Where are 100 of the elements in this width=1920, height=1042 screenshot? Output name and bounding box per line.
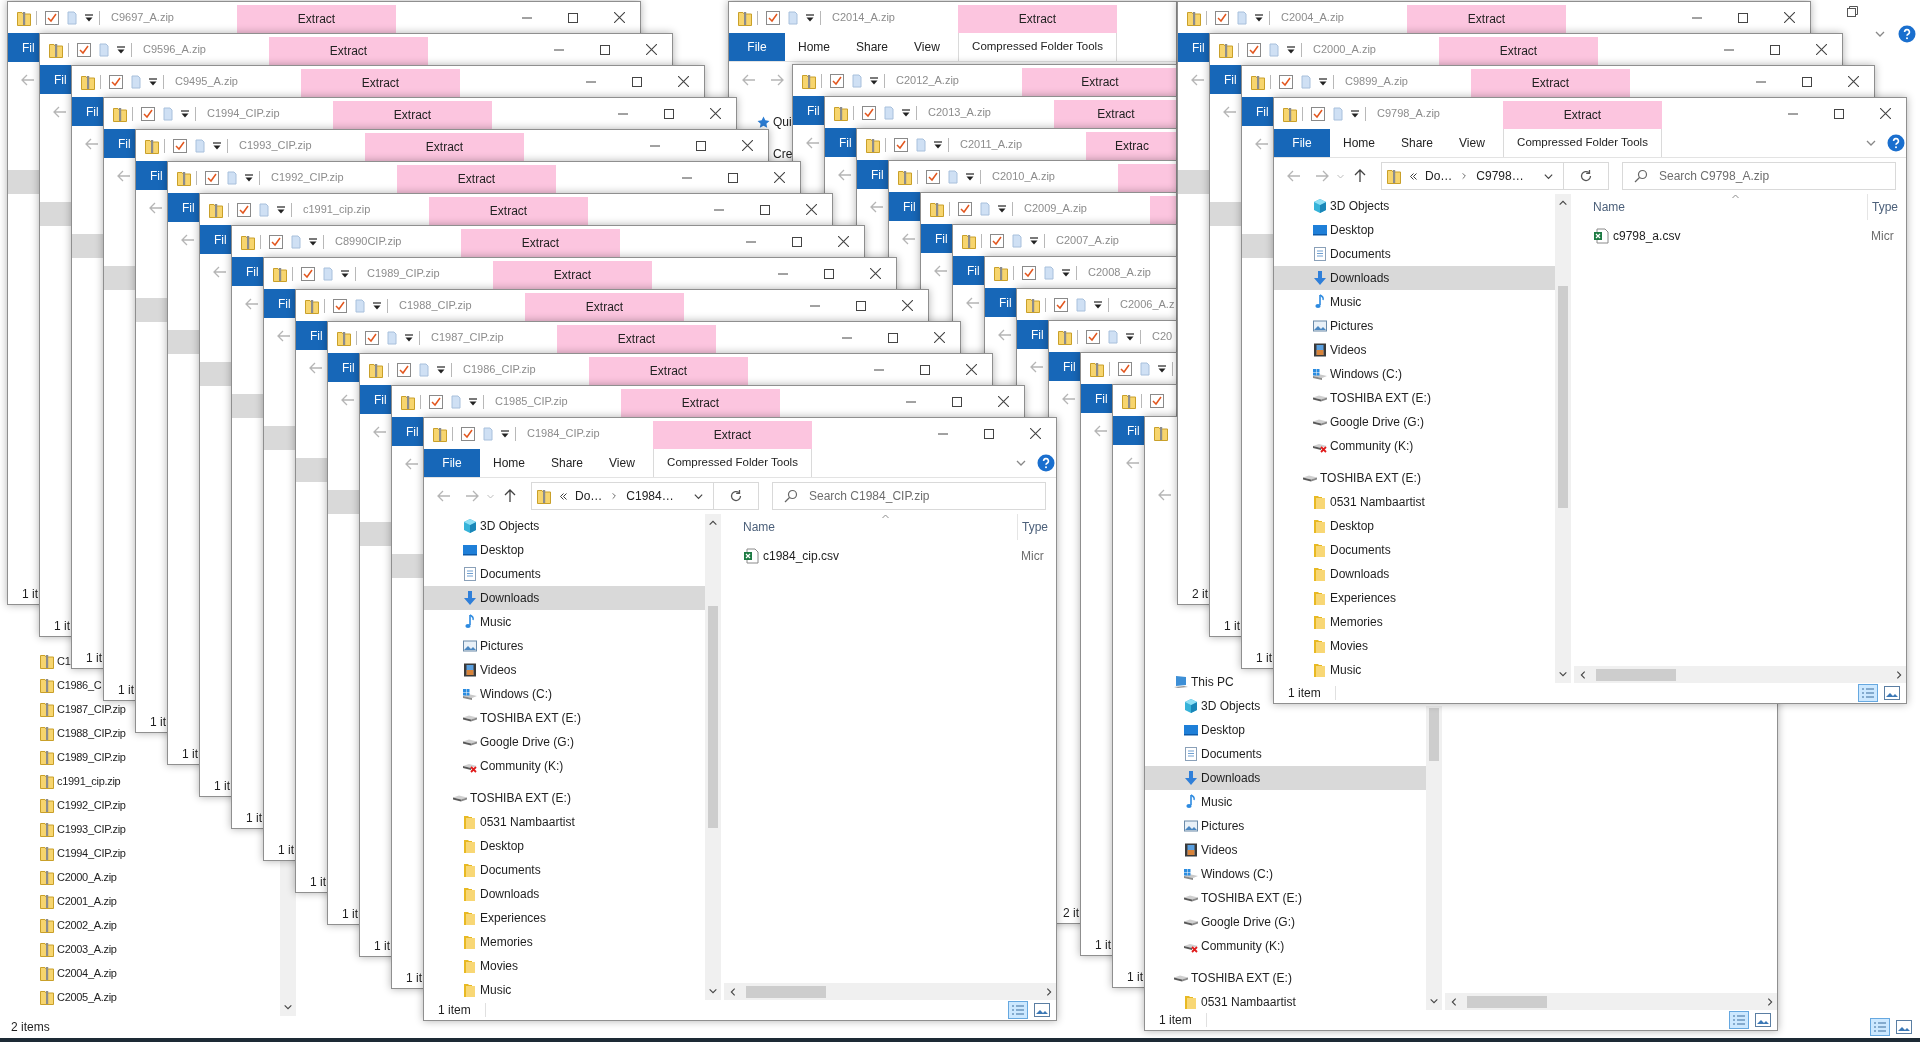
ribbon-tab[interactable]: View (901, 33, 953, 61)
checkmark-icon[interactable] (429, 394, 443, 409)
folder-icon[interactable] (916, 137, 926, 152)
nav-item[interactable]: Google Drive (G:) (1274, 410, 1429, 434)
file-tab[interactable]: Fil (328, 353, 360, 382)
nav-item[interactable]: Downloads (424, 586, 705, 610)
dropdown-icon[interactable] (180, 108, 190, 119)
checkmark-icon[interactable] (830, 73, 844, 88)
checkmark-icon[interactable] (301, 266, 315, 281)
refresh-icon[interactable] (1579, 169, 1593, 183)
back-arrow-icon[interactable] (741, 72, 757, 88)
refresh-icon[interactable] (729, 489, 743, 503)
checkmark-icon[interactable] (1311, 106, 1325, 121)
back-arrow-icon[interactable] (965, 295, 981, 311)
nav-item[interactable]: Downloads (1274, 562, 1394, 586)
checkmark-icon[interactable] (173, 138, 187, 153)
back-arrow-icon[interactable] (340, 392, 356, 408)
checkmark-icon[interactable] (45, 10, 59, 25)
dropdown-icon[interactable] (1125, 331, 1135, 342)
dropdown-icon[interactable] (308, 236, 318, 247)
large-icons-view-icon[interactable] (1896, 1020, 1912, 1034)
dropdown-icon[interactable] (933, 139, 943, 150)
back-arrow-icon[interactable] (869, 199, 885, 215)
back-arrow-icon[interactable] (84, 136, 100, 152)
nav-item[interactable]: Community (K:) (1274, 434, 1418, 458)
breadcrumb[interactable]: C9798… (1476, 167, 1524, 185)
file-item[interactable]: C1988_CIP.zip (40, 721, 126, 745)
back-arrow-icon[interactable] (1157, 487, 1173, 503)
folder-icon[interactable] (131, 74, 141, 89)
checkmark-icon[interactable] (1215, 10, 1229, 25)
address-bar[interactable]: Do… C9798… (1381, 162, 1609, 190)
nav-item[interactable]: 0531 Nambaartist (1274, 490, 1429, 514)
scroll-thumb[interactable] (746, 985, 826, 998)
nav-item[interactable]: TOSHIBA EXT (E:) (1145, 886, 1306, 910)
breadcrumb[interactable]: Do… (575, 487, 603, 505)
details-view-icon[interactable] (1858, 684, 1878, 702)
checkmark-icon[interactable] (926, 169, 940, 184)
checkmark-icon[interactable] (1247, 42, 1261, 57)
nav-item[interactable]: Desktop (424, 834, 529, 858)
checkmark-icon[interactable] (1118, 361, 1132, 376)
dropdown-icon[interactable] (340, 268, 350, 279)
back-arrow-icon[interactable] (1125, 455, 1141, 471)
checkmark-icon[interactable] (894, 137, 908, 152)
folder-icon[interactable] (323, 266, 333, 281)
folder-icon[interactable] (788, 10, 798, 25)
file-item[interactable]: C1 (40, 649, 71, 673)
nav-item[interactable]: This PC (1145, 670, 1238, 694)
file-tab[interactable]: Fil (264, 289, 296, 318)
file-tab[interactable]: Fil (1017, 320, 1049, 349)
back-arrow-icon[interactable] (404, 456, 420, 472)
dropdown-icon[interactable] (84, 12, 94, 23)
dropdown-icon[interactable] (244, 172, 254, 183)
file-tab[interactable]: Fil (1113, 416, 1145, 445)
file-item[interactable]: C1986_C (40, 673, 102, 697)
nav-item[interactable]: Experiences (1274, 586, 1401, 610)
file-tab[interactable]: Fil (360, 385, 392, 414)
file-tab[interactable]: Fil (136, 161, 168, 190)
help-icon[interactable] (1037, 454, 1055, 472)
file-tab[interactable]: Fil (1081, 384, 1113, 413)
dropdown-icon[interactable] (372, 300, 382, 311)
nav-item[interactable]: Desktop (1145, 718, 1250, 742)
dropdown-icon[interactable] (148, 76, 158, 87)
nav-item[interactable]: 3D Objects (1274, 194, 1394, 218)
file-tab[interactable]: Fil (857, 160, 889, 189)
ribbon-tab[interactable]: Home (480, 449, 538, 477)
file-tab[interactable]: Fil (953, 256, 985, 285)
nav-item[interactable]: Desktop (1274, 514, 1379, 538)
dropdown-icon[interactable] (965, 171, 975, 182)
file-item[interactable]: C2000_A.zip (40, 865, 117, 889)
nav-item[interactable]: Pictures (424, 634, 528, 658)
restore-icon[interactable] (1847, 5, 1858, 17)
checkmark-icon[interactable] (237, 202, 251, 217)
nav-item[interactable]: Qui (773, 113, 792, 131)
folder-icon[interactable] (451, 394, 461, 409)
folder-icon[interactable] (980, 201, 990, 216)
nav-item[interactable]: Music (1274, 290, 1366, 314)
back-arrow-icon[interactable] (212, 264, 228, 280)
folder-icon[interactable] (195, 138, 205, 153)
folder-icon[interactable] (483, 426, 493, 441)
nav-item[interactable]: Windows (C:) (424, 682, 556, 706)
up-arrow-icon[interactable] (502, 488, 518, 504)
dropdown-icon[interactable] (436, 364, 446, 375)
scroll-thumb[interactable] (1558, 286, 1568, 508)
nav-item[interactable]: Videos (424, 658, 521, 682)
file-item[interactable]: C1987_CIP.zip (40, 697, 126, 721)
dropdown-icon[interactable] (468, 396, 478, 407)
dropdown-icon[interactable] (1254, 12, 1264, 23)
nav-item[interactable]: Desktop (1274, 218, 1379, 242)
checkmark-icon[interactable] (333, 298, 347, 313)
column-header[interactable]: Name (1574, 194, 1867, 220)
nav-item[interactable]: Windows (C:) (1145, 862, 1277, 886)
folder-icon[interactable] (227, 170, 237, 185)
details-view-icon[interactable] (1870, 1018, 1890, 1036)
folder-icon[interactable] (852, 73, 862, 88)
checkmark-icon[interactable] (990, 233, 1004, 248)
ribbon-tab[interactable]: Home (785, 33, 843, 61)
nav-item[interactable]: Documents (424, 562, 545, 586)
back-arrow-icon[interactable] (180, 232, 196, 248)
horizontal-scrollbar[interactable] (1445, 993, 1777, 1010)
file-tab[interactable]: Fil (200, 225, 232, 254)
